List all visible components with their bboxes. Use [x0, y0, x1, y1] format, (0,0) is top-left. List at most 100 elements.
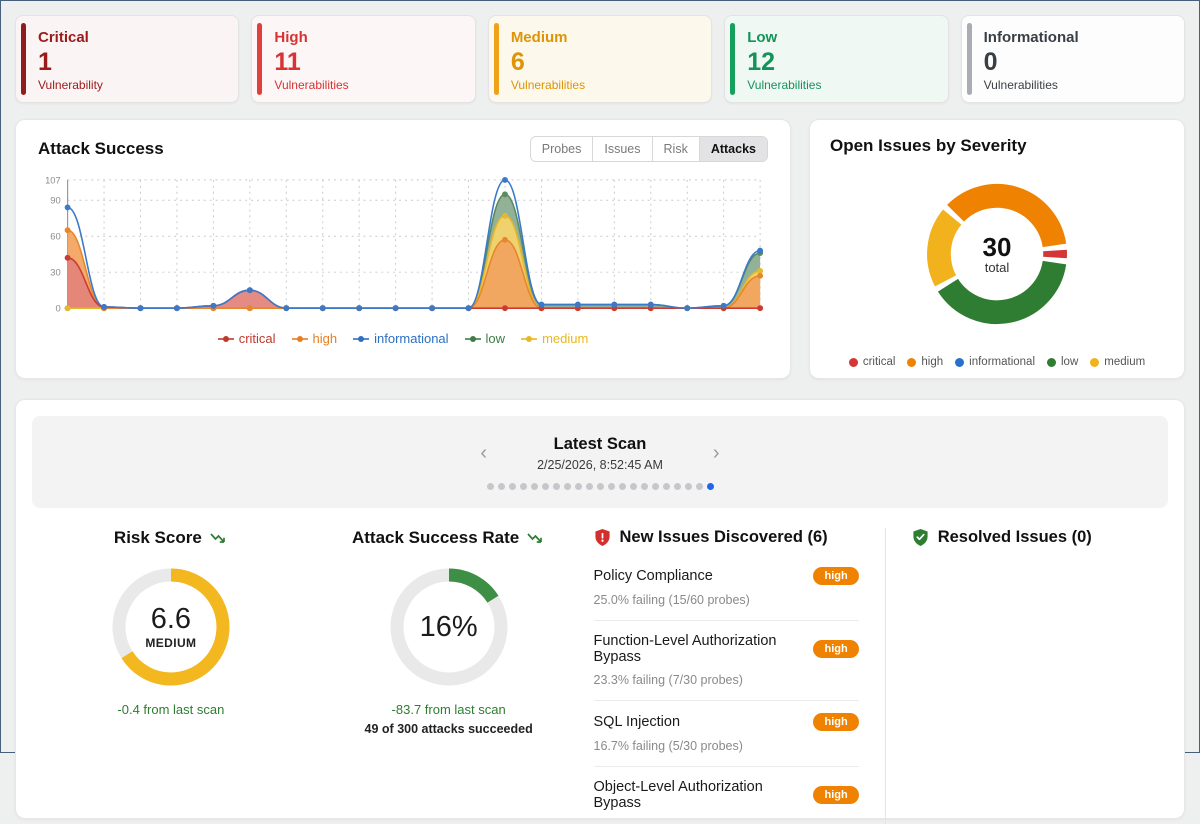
scan-dot[interactable]: [641, 483, 648, 490]
card-informational[interactable]: Informational 0 Vulnerabilities: [961, 15, 1185, 103]
scan-dot[interactable]: [498, 483, 505, 490]
attack-trend-chart: 0306090107: [38, 172, 768, 325]
legend-dot-icon: [1047, 358, 1056, 367]
tab-risk[interactable]: Risk: [652, 137, 699, 161]
card-high[interactable]: High 11 Vulnerabilities: [251, 15, 475, 103]
legend-label: informational: [374, 331, 448, 346]
issue-name: Object-Level Authorization Bypass: [594, 779, 806, 811]
attack-rate-title: Attack Success Rate: [352, 528, 545, 548]
tab-issues[interactable]: Issues: [592, 137, 651, 161]
scan-dot[interactable]: [674, 483, 681, 490]
legend-label: critical: [239, 331, 276, 346]
trend-down-icon: [210, 532, 228, 545]
donut-legend-item-high[interactable]: high: [907, 356, 943, 368]
card-medium[interactable]: Medium 6 Vulnerabilities: [488, 15, 712, 103]
legend-label: high: [921, 356, 943, 368]
tab-attacks[interactable]: Attacks: [699, 137, 767, 161]
card-low[interactable]: Low 12 Vulnerabilities: [724, 15, 948, 103]
legend-item-informational[interactable]: informational: [353, 331, 448, 346]
donut-legend-item-informational[interactable]: informational: [955, 356, 1035, 368]
issue-item[interactable]: Object-Level Authorization Bypass high: [594, 766, 859, 824]
attack-success-panel: Attack Success Probes Issues Risk Attack…: [15, 119, 791, 379]
issue-severity-badge: high: [813, 567, 858, 585]
open-issues-title: Open Issues by Severity: [830, 136, 1164, 156]
issue-name: Policy Compliance: [594, 568, 713, 584]
scan-dot[interactable]: [509, 483, 516, 490]
issue-detail: 23.3% failing (7/30 probes): [594, 673, 859, 687]
issue-item[interactable]: Function-Level Authorization Bypass high…: [594, 620, 859, 700]
scan-dot-active[interactable]: [707, 483, 714, 490]
low-accent-bar: [730, 23, 735, 95]
scan-dot[interactable]: [696, 483, 703, 490]
resolved-issues-title: Resolved Issues (0): [938, 528, 1092, 547]
tab-probes[interactable]: Probes: [531, 137, 593, 161]
scan-dot[interactable]: [520, 483, 527, 490]
next-scan-chevron-icon[interactable]: ›: [709, 443, 724, 463]
scan-dot[interactable]: [542, 483, 549, 490]
trend-chart-legend: critical high informational low medium: [38, 331, 768, 346]
scan-dot[interactable]: [619, 483, 626, 490]
issue-item[interactable]: SQL Injection high 16.7% failing (5/30 p…: [594, 700, 859, 766]
attack-rate-delta: -83.7 from last scan: [310, 702, 588, 717]
legend-dot-icon: [849, 358, 858, 367]
legend-label: critical: [863, 356, 896, 368]
issue-item[interactable]: Policy Compliance high 25.0% failing (15…: [594, 555, 859, 620]
trend-chart-svg: 0306090107: [38, 172, 768, 320]
new-issues-title: New Issues Discovered (6): [620, 528, 828, 547]
svg-text:60: 60: [50, 232, 60, 242]
legend-item-high[interactable]: high: [292, 331, 338, 346]
scan-dot[interactable]: [663, 483, 670, 490]
legend-item-medium[interactable]: medium: [521, 331, 588, 346]
risk-gauge-svg: [106, 562, 236, 692]
legend-label: informational: [969, 356, 1035, 368]
scan-dot[interactable]: [608, 483, 615, 490]
informational-title: Informational: [984, 29, 1170, 46]
low-title: Low: [747, 29, 933, 46]
attack-rate-detail: 49 of 300 attacks succeeded: [310, 722, 588, 736]
attack-success-title: Attack Success: [38, 139, 164, 159]
scan-dot[interactable]: [487, 483, 494, 490]
scan-title: Latest Scan: [537, 435, 663, 454]
medium-title: Medium: [511, 29, 697, 46]
legend-marker-icon: [521, 335, 537, 343]
legend-dot-icon: [955, 358, 964, 367]
scan-dot[interactable]: [553, 483, 560, 490]
medium-label: Vulnerabilities: [511, 78, 697, 92]
issue-detail: 16.7% failing (5/30 probes): [594, 739, 859, 753]
donut-legend-item-medium[interactable]: medium: [1090, 356, 1145, 368]
legend-item-low[interactable]: low: [465, 331, 506, 346]
scan-dot[interactable]: [575, 483, 582, 490]
risk-score-column: Risk Score 6.6 MEDIUM -0.4 from last sca…: [32, 528, 310, 824]
svg-text:0: 0: [55, 304, 60, 314]
check-shield-icon: [912, 528, 929, 547]
donut-svg: [909, 166, 1085, 342]
card-critical[interactable]: Critical 1 Vulnerability: [15, 15, 239, 103]
scan-pagination-dots: [487, 483, 714, 490]
svg-text:90: 90: [50, 196, 60, 206]
scan-dot[interactable]: [685, 483, 692, 490]
scan-dot[interactable]: [652, 483, 659, 490]
scan-dot[interactable]: [531, 483, 538, 490]
scan-detail-panel: ‹ Latest Scan 2/25/2026, 8:52:45 AM › Ri…: [15, 399, 1185, 819]
legend-item-critical[interactable]: critical: [218, 331, 276, 346]
legend-marker-icon: [353, 335, 369, 343]
donut-legend-item-critical[interactable]: critical: [849, 356, 896, 368]
alert-shield-icon: [594, 528, 611, 547]
issue-severity-badge: high: [813, 786, 858, 804]
critical-accent-bar: [21, 23, 26, 95]
risk-score-gauge: 6.6 MEDIUM: [106, 562, 236, 692]
scan-dot[interactable]: [630, 483, 637, 490]
scan-dot[interactable]: [564, 483, 571, 490]
prev-scan-chevron-icon[interactable]: ‹: [476, 443, 491, 463]
attack-rate-gauge: 16%: [384, 562, 514, 692]
issue-severity-badge: high: [813, 640, 858, 658]
informational-count: 0: [984, 50, 1170, 75]
donut-legend-item-low[interactable]: low: [1047, 356, 1078, 368]
scan-dot[interactable]: [586, 483, 593, 490]
medium-accent-bar: [494, 23, 499, 95]
new-issues-column: New Issues Discovered (6) Policy Complia…: [588, 528, 885, 824]
informational-label: Vulnerabilities: [984, 78, 1170, 92]
attack-rate-gauge-svg: [384, 562, 514, 692]
legend-marker-icon: [292, 335, 308, 343]
scan-dot[interactable]: [597, 483, 604, 490]
